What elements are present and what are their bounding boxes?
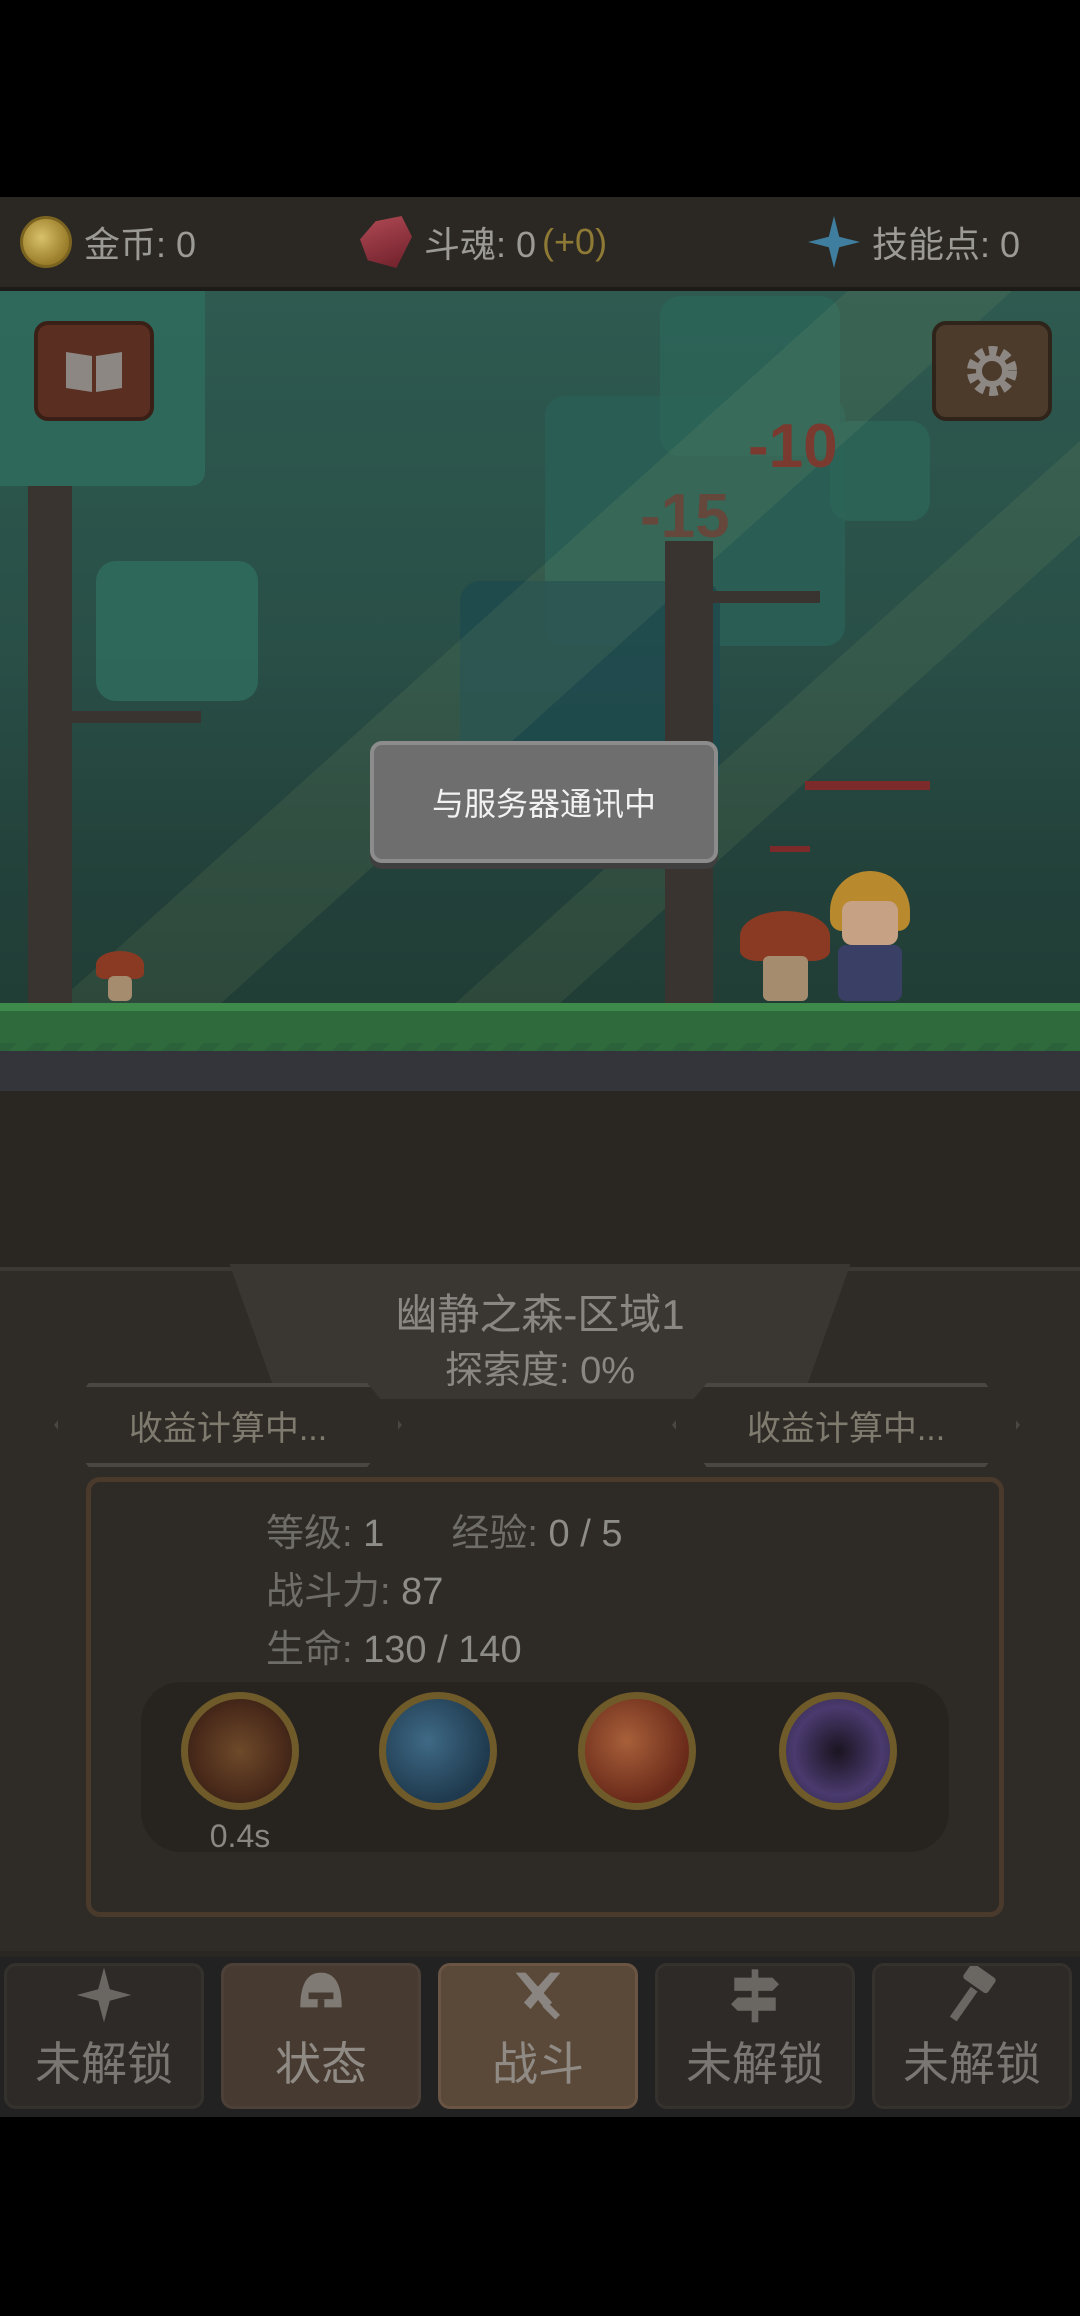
sparkle-icon — [76, 1967, 132, 2023]
gold-label: 金币: 0 — [84, 224, 197, 265]
small-mushroom — [96, 951, 144, 1001]
skill-cooldown: 0.4s — [209, 1818, 271, 1854]
bottom-nav: 未解锁 状态 战斗 未解锁 未解锁 — [0, 1957, 1080, 2117]
damage-number: -15 — [640, 482, 730, 551]
helmet-icon — [300, 1972, 342, 2010]
soul-crystal-icon — [360, 216, 412, 268]
hero-hp-bar — [805, 781, 930, 790]
resource-bar: 金币: 0 斗魂: 0 (+0) 技能点: 0 — [0, 197, 1080, 291]
hero-face — [842, 901, 898, 945]
hp-line: 生命: 130 / 140 — [266, 1618, 522, 1673]
zone-panel: 幽静之森-区域1 探索度: 0% 收益计算中... 收益计算中... 等级: 1… — [0, 1264, 1080, 1951]
nav-label: 未解锁 — [686, 2038, 824, 2090]
mushroom-cap — [740, 911, 830, 961]
coin-icon — [20, 216, 72, 268]
void-vortex-skill-icon[interactable] — [779, 1692, 897, 1810]
codex-button[interactable] — [34, 321, 154, 421]
wind-slash-skill-icon[interactable] — [379, 1692, 497, 1810]
hammer-icon — [949, 1966, 996, 2022]
tree-branch — [710, 591, 820, 603]
exp-value: 0 / 5 — [548, 1513, 623, 1555]
skill-bar: 0.4s — [141, 1682, 949, 1854]
mushroom-stem — [762, 956, 808, 1001]
left-income-label: 收益计算中... — [128, 1409, 328, 1448]
fire-swirl-skill-icon[interactable] — [181, 1692, 299, 1810]
nav-battle[interactable]: 战斗 — [438, 1963, 638, 2109]
hero-body — [838, 945, 902, 1001]
mushroom-cap — [96, 951, 144, 979]
sparkle-icon — [808, 216, 860, 268]
level-exp-line: 等级: 1 经验: 0 / 5 — [266, 1502, 622, 1557]
signpost-icon — [730, 1969, 780, 2023]
settings-button[interactable] — [932, 321, 1052, 421]
power-value: 87 — [401, 1571, 444, 1613]
hero-character — [820, 871, 916, 1001]
left-income-box[interactable]: 收益计算中... — [54, 1383, 402, 1467]
tree-branch — [66, 711, 201, 723]
level-value: 1 — [363, 1513, 385, 1555]
rock-layer — [0, 1051, 1080, 1091]
battle-scene: -10 -15 — [0, 291, 1080, 1091]
mushroom-stem — [108, 976, 132, 1001]
tree-trunk — [28, 486, 72, 1006]
tree-foliage — [96, 561, 258, 701]
power-line: 战斗力: 87 — [266, 1560, 443, 1615]
skill-points-label: 技能点: 0 — [872, 224, 1021, 265]
exp-label: 经验: — [451, 1513, 549, 1555]
damage-number: -10 — [748, 412, 838, 481]
character-stats-box: 等级: 1 经验: 0 / 5 战斗力: 87 生命: 130 / 140 0.… — [86, 1477, 1004, 1917]
soul-counter: 斗魂: 0 (+0) — [360, 197, 607, 287]
nav-locked-1[interactable]: 未解锁 — [4, 1963, 204, 2109]
nav-label: 战斗 — [492, 2038, 584, 2090]
zone-name: 幽静之森-区域1 — [395, 1291, 685, 1338]
level-label: 等级: — [266, 1513, 364, 1555]
server-communication-toast: 与服务器通讯中 — [370, 741, 718, 863]
crossed-swords-icon — [515, 1972, 561, 2020]
flame-burst-skill-icon[interactable] — [578, 1692, 696, 1810]
soul-label: 斗魂: 0 — [424, 224, 537, 265]
skill-points-counter: 技能点: 0 — [808, 197, 1020, 287]
gear-icon — [967, 346, 1017, 396]
nav-locked-2[interactable]: 未解锁 — [655, 1963, 855, 2109]
right-income-label: 收益计算中... — [746, 1409, 946, 1448]
hp-value: 130 / 140 — [363, 1629, 522, 1671]
gold-counter: 金币: 0 — [20, 197, 196, 287]
toast-text: 与服务器通讯中 — [431, 786, 656, 822]
game-screen: 金币: 0 斗魂: 0 (+0) 技能点: 0 -10 -15 与服务器通讯中 … — [0, 197, 1080, 2117]
nav-label: 未解锁 — [35, 2038, 173, 2090]
right-income-box[interactable]: 收益计算中... — [672, 1383, 1020, 1467]
nav-label: 状态 — [275, 2038, 367, 2090]
mushroom-enemy — [740, 911, 830, 1001]
soul-bonus: (+0) — [542, 221, 608, 262]
nav-status[interactable]: 状态 — [221, 1963, 421, 2109]
book-icon — [66, 352, 122, 392]
enemy-hp-bar — [770, 846, 810, 852]
nav-label: 未解锁 — [903, 2038, 1041, 2090]
nav-locked-3[interactable]: 未解锁 — [872, 1963, 1072, 2109]
power-label: 战斗力: — [266, 1571, 402, 1613]
hp-label: 生命: — [266, 1629, 364, 1671]
